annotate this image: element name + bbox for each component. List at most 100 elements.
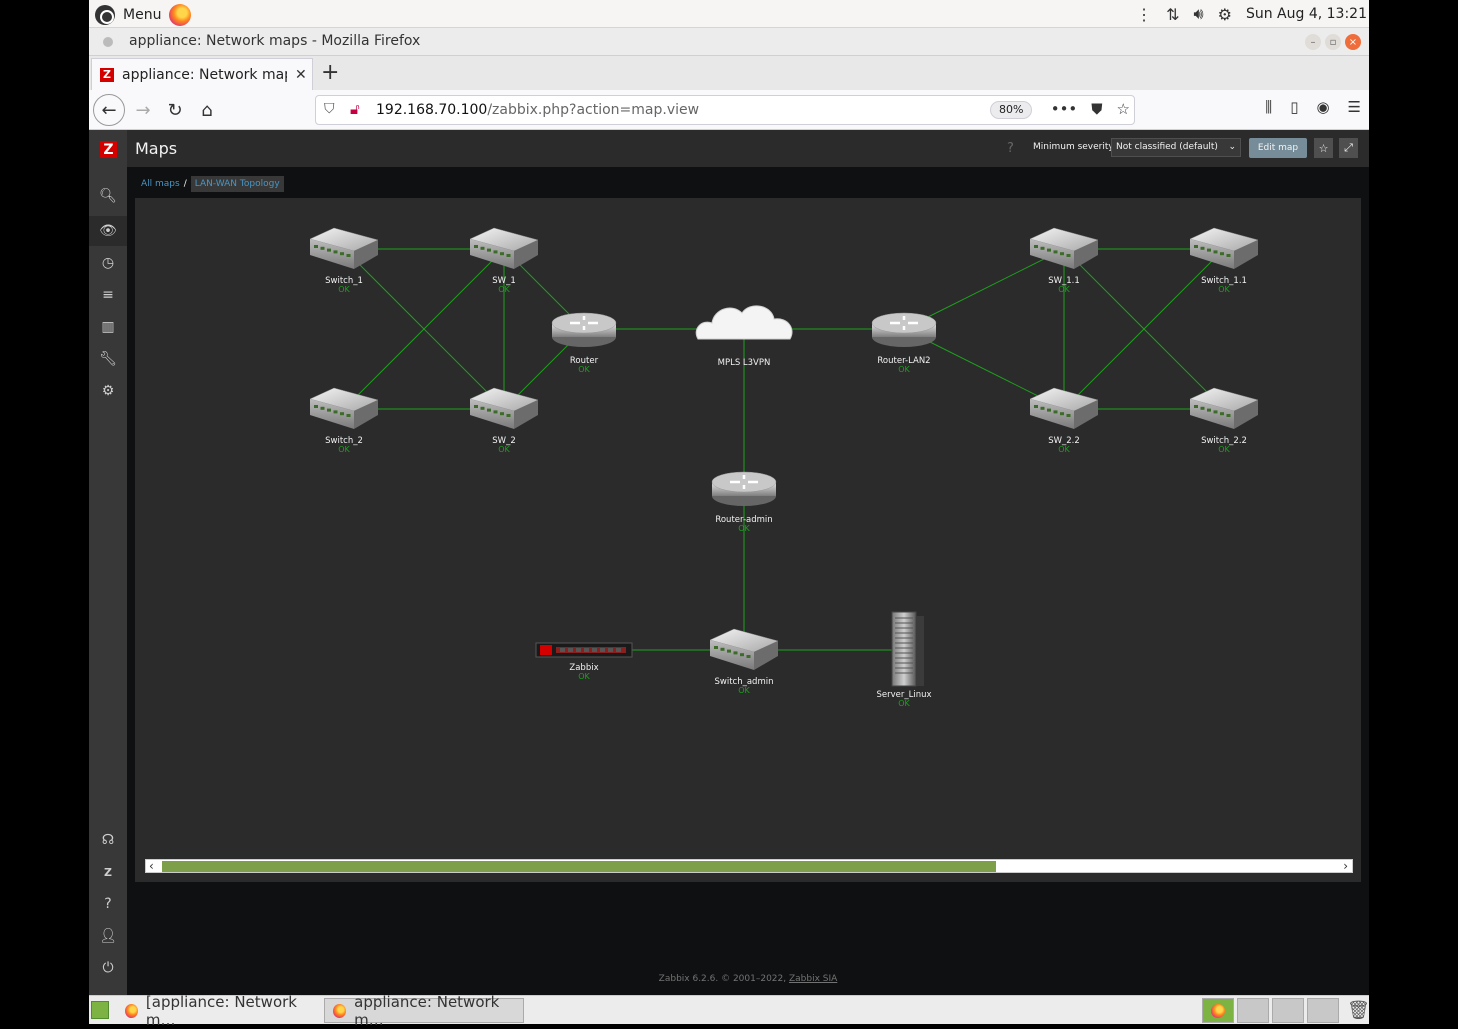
network-icon[interactable]: ⇅ xyxy=(1166,5,1179,24)
show-desktop-icon[interactable] xyxy=(91,1001,109,1019)
taskbar-item-2[interactable]: appliance: Network m… xyxy=(324,993,524,1029)
edit-map-button[interactable]: Edit map xyxy=(1249,138,1307,158)
map-element-sw-1-1[interactable] xyxy=(1029,227,1099,269)
os-top-panel: Menu ⋮ ⇅ 🔊︎ ⚙ Sun Aug 4, 13:21 xyxy=(89,0,1369,28)
scroll-right-icon[interactable]: › xyxy=(1343,859,1348,873)
bookmark-star-icon[interactable]: ☆ xyxy=(1117,100,1130,118)
trash-icon[interactable]: 🗑︎ xyxy=(1347,1000,1370,1021)
window-title: appliance: Network maps - Mozilla Firefo… xyxy=(129,33,421,49)
scroll-thumb[interactable] xyxy=(162,861,996,872)
sidebar-toggle-icon[interactable]: ▯ xyxy=(1290,98,1298,116)
tab-zabbix-maps[interactable]: Z appliance: Network maps ✕ xyxy=(91,58,313,90)
map-element-router-admin[interactable] xyxy=(711,471,777,506)
map-element-switch-admin[interactable] xyxy=(709,628,779,670)
drag-handle-icon: ⋮ xyxy=(1136,4,1153,24)
back-button[interactable]: ← xyxy=(93,94,125,126)
map-element-sw-2-2[interactable] xyxy=(1029,387,1099,429)
user-settings-icon[interactable]: 👤︎ xyxy=(89,921,127,951)
clock[interactable]: Sun Aug 4, 13:21 xyxy=(1246,6,1367,22)
zabbix-app: Z 🔍︎ 👁︎ ◷ ≡ ▥ 🔧︎ ⚙ ☊ Z ? 👤︎ ⏻ Maps ? Min… xyxy=(89,130,1369,995)
map-element-mpls[interactable] xyxy=(695,305,793,340)
severity-select[interactable]: Not classified (default) ⌄ xyxy=(1111,138,1241,157)
map-element-status: OK xyxy=(338,445,350,454)
firefox-icon xyxy=(1211,1004,1225,1018)
map-element-status: OK xyxy=(1218,445,1230,454)
administration-gear-icon[interactable]: ⚙ xyxy=(89,376,127,406)
taskbar-item-1[interactable]: [appliance: Network m… xyxy=(117,993,317,1029)
breadcrumb-all-maps[interactable]: All maps xyxy=(141,179,180,189)
workspace-4[interactable] xyxy=(1307,998,1339,1023)
map-element-status: OK xyxy=(898,365,910,374)
chevron-down-icon: ⌄ xyxy=(1228,142,1236,152)
help-icon[interactable]: ? xyxy=(89,889,127,919)
map-element-status: OK xyxy=(898,699,910,708)
map-element-status: OK xyxy=(1058,445,1070,454)
favourite-star-icon[interactable]: ☆ xyxy=(1314,138,1333,158)
firefox-launcher-icon[interactable] xyxy=(169,4,192,26)
search-icon[interactable]: 🔍︎ xyxy=(89,181,127,211)
new-tab-button[interactable]: + xyxy=(321,60,339,85)
page-help-icon[interactable]: ? xyxy=(1007,141,1014,156)
map-element-switch-2[interactable] xyxy=(309,387,379,429)
home-button[interactable]: ⌂ xyxy=(193,96,221,124)
zabbix-logo-icon[interactable]: Z xyxy=(100,141,117,158)
reload-button[interactable]: ↻ xyxy=(161,96,189,124)
maximize-button[interactable]: ▫ xyxy=(1325,34,1341,50)
tab-close-icon[interactable]: ✕ xyxy=(295,67,307,83)
services-stopwatch-icon[interactable]: ◷ xyxy=(89,248,127,278)
zoom-level-badge[interactable]: 80% xyxy=(990,101,1033,119)
map-elements: Switch_1OKSW_1OKSwitch_2OKSW_2OKRouterOK… xyxy=(309,227,1259,708)
footer-link[interactable]: Zabbix SIA xyxy=(789,974,837,984)
map-element-router-lan2[interactable] xyxy=(871,312,937,347)
url-bar[interactable]: ⛉ 🔓︎ 192.168.70.100/zabbix.php?action=ma… xyxy=(315,95,1135,125)
os-taskbar: [appliance: Network m… appliance: Networ… xyxy=(89,993,1370,1029)
map-element-status: OK xyxy=(1218,285,1230,294)
forward-button[interactable]: → xyxy=(129,96,157,124)
map-horizontal-scrollbar[interactable]: ‹ › xyxy=(145,859,1353,873)
scroll-left-icon[interactable]: ‹ xyxy=(149,859,154,873)
sign-out-icon[interactable]: ⏻ xyxy=(89,953,127,983)
firefox-icon xyxy=(333,1003,347,1018)
kiosk-mode-icon[interactable]: ⤢ xyxy=(1339,138,1358,158)
account-icon[interactable]: ◉ xyxy=(1316,98,1329,116)
tracking-shield-icon[interactable]: ⛉ xyxy=(324,101,335,117)
close-window-button[interactable]: × xyxy=(1345,34,1361,50)
os-menu-button[interactable]: Menu xyxy=(95,4,192,26)
library-icon[interactable]: ⫼ xyxy=(1265,98,1272,116)
insecure-lock-icon[interactable]: 🔓︎ xyxy=(350,100,360,118)
network-map-canvas: Switch_1OKSW_1OKSwitch_2OKSW_2OKRouterOK… xyxy=(309,227,1259,708)
map-element-sw-1[interactable] xyxy=(469,227,539,269)
map-element-switch-1[interactable] xyxy=(309,227,379,269)
monitoring-eye-icon[interactable]: 👁︎ xyxy=(89,216,127,246)
map-element-switch-2-2[interactable] xyxy=(1189,387,1259,429)
minimize-button[interactable]: – xyxy=(1305,34,1321,50)
breadcrumb-current-map[interactable]: LAN-WAN Topology xyxy=(190,176,284,192)
inventory-list-icon[interactable]: ≡ xyxy=(89,280,127,310)
hamburger-menu-icon[interactable]: ☰ xyxy=(1348,98,1361,116)
window-titlebar: appliance: Network maps - Mozilla Firefo… xyxy=(89,28,1369,56)
pocket-icon[interactable]: ⛊ xyxy=(1091,100,1102,118)
map-element-status: OK xyxy=(1058,285,1070,294)
map-element-zabbix[interactable] xyxy=(535,642,633,658)
map-element-label: MPLS L3VPN xyxy=(718,358,771,368)
configuration-wrench-icon[interactable]: 🔧︎ xyxy=(89,344,127,374)
zabbix-favicon-icon: Z xyxy=(100,67,114,82)
map-element-switch-1-1[interactable] xyxy=(1189,227,1259,269)
firefox-icon xyxy=(125,1003,138,1018)
map-element-status: OK xyxy=(578,672,590,681)
workspace-1[interactable] xyxy=(1202,998,1234,1023)
workspace-2[interactable] xyxy=(1237,998,1269,1023)
url-text[interactable]: 192.168.70.100/zabbix.php?action=map.vie… xyxy=(376,102,699,118)
volume-icon[interactable]: 🔊︎ xyxy=(1194,4,1204,24)
reports-chart-icon[interactable]: ▥ xyxy=(89,312,127,342)
map-links xyxy=(343,248,1225,651)
workspace-3[interactable] xyxy=(1272,998,1304,1023)
map-element-sw-2[interactable] xyxy=(469,387,539,429)
zabbix-share-icon[interactable]: Z xyxy=(89,857,127,887)
map-element-server-linux[interactable] xyxy=(891,611,924,687)
page-actions-icon[interactable]: ••• xyxy=(1051,100,1078,118)
support-headset-icon[interactable]: ☊ xyxy=(89,825,127,855)
breadcrumb-separator: / xyxy=(183,179,187,189)
settings-icon[interactable]: ⚙ xyxy=(1218,5,1232,24)
map-element-router[interactable] xyxy=(551,312,617,347)
